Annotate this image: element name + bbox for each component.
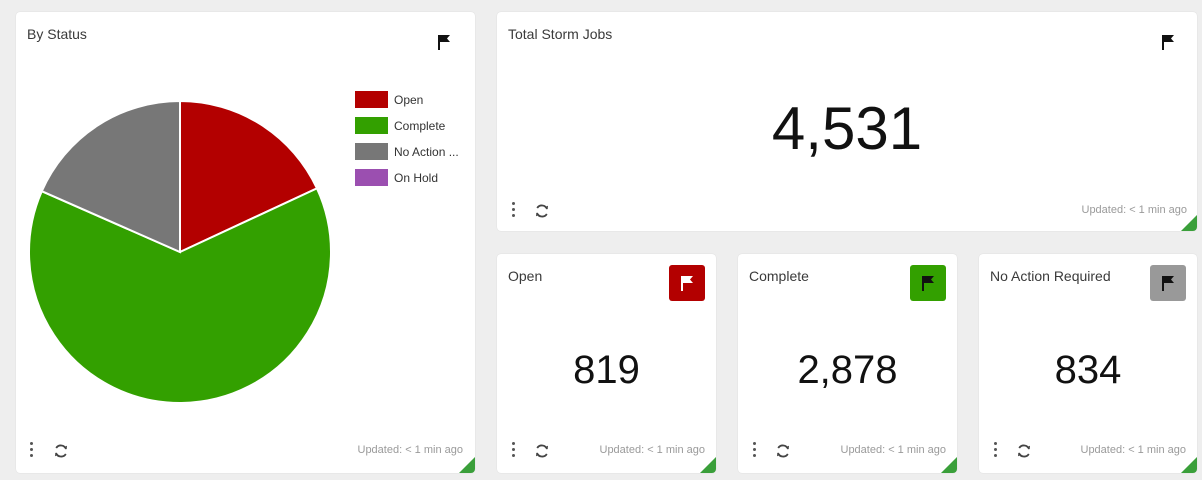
status-corner-indicator: [1181, 457, 1197, 473]
updated-timestamp: Updated: < 1 min ago: [1080, 444, 1187, 456]
tile-value: 2,878: [797, 348, 898, 392]
updated-timestamp: Updated: < 1 min ago: [357, 444, 464, 456]
legend-item[interactable]: Open: [355, 91, 423, 108]
legend-swatch: [355, 143, 388, 160]
tile-value: 819: [573, 348, 640, 392]
flag-icon[interactable]: [1161, 34, 1175, 50]
flag-glyph: [922, 276, 934, 291]
legend-swatch: [355, 117, 388, 134]
status-corner-indicator: [941, 457, 957, 473]
updated-timestamp: Updated: < 1 min ago: [599, 444, 706, 456]
kebab-menu-icon[interactable]: [511, 442, 515, 457]
flag-icon[interactable]: [1150, 265, 1186, 301]
card-title: By Status: [27, 26, 87, 42]
total-storm-jobs-card: Total Storm Jobs 4,531 Updated: < 1 min …: [497, 12, 1197, 231]
flag-icon[interactable]: [437, 34, 451, 50]
legend-item[interactable]: Complete: [355, 117, 445, 134]
refresh-icon[interactable]: [1016, 443, 1032, 459]
tile-value: 834: [1054, 348, 1122, 392]
legend-label: No Action ...: [394, 144, 459, 159]
kebab-menu-icon[interactable]: [752, 442, 756, 457]
refresh-icon[interactable]: [534, 203, 550, 219]
no-action-required-tile: No Action Required 834 Updated: < 1 min …: [979, 254, 1197, 473]
refresh-icon[interactable]: [534, 443, 550, 459]
flag-icon[interactable]: [669, 265, 705, 301]
status-corner-indicator: [459, 457, 475, 473]
kebab-menu-icon[interactable]: [29, 442, 33, 457]
legend-item[interactable]: No Action ...: [355, 143, 459, 160]
flag-glyph: [681, 276, 693, 291]
tile-title: No Action Required: [990, 268, 1111, 284]
refresh-icon[interactable]: [53, 443, 69, 459]
legend-swatch: [355, 91, 388, 108]
legend-swatch: [355, 169, 388, 186]
by-status-card: By Status Open Complete No Action ... On Ho…: [16, 12, 475, 473]
status-corner-indicator: [1181, 215, 1197, 231]
tile-title: Complete: [749, 268, 809, 284]
legend-label: On Hold: [394, 170, 439, 185]
open-tile: Open 819 Updated: < 1 min ago: [497, 254, 716, 473]
kebab-menu-icon[interactable]: [511, 202, 515, 217]
flag-icon[interactable]: [910, 265, 946, 301]
legend-item[interactable]: On Hold: [355, 169, 438, 186]
total-value: 4,531: [771, 95, 923, 162]
card-title: Total Storm Jobs: [508, 26, 613, 42]
legend-label: Complete: [394, 118, 446, 133]
kebab-menu-icon[interactable]: [993, 442, 997, 457]
status-corner-indicator: [700, 457, 716, 473]
refresh-icon[interactable]: [775, 443, 791, 459]
legend-label: Open: [394, 92, 424, 107]
pie-chart: [28, 99, 332, 404]
updated-timestamp: Updated: < 1 min ago: [840, 444, 947, 456]
updated-timestamp: Updated: < 1 min ago: [1081, 204, 1188, 216]
flag-glyph: [1162, 276, 1174, 291]
tile-title: Open: [508, 268, 543, 284]
complete-tile: Complete 2,878 Updated: < 1 min ago: [738, 254, 957, 473]
